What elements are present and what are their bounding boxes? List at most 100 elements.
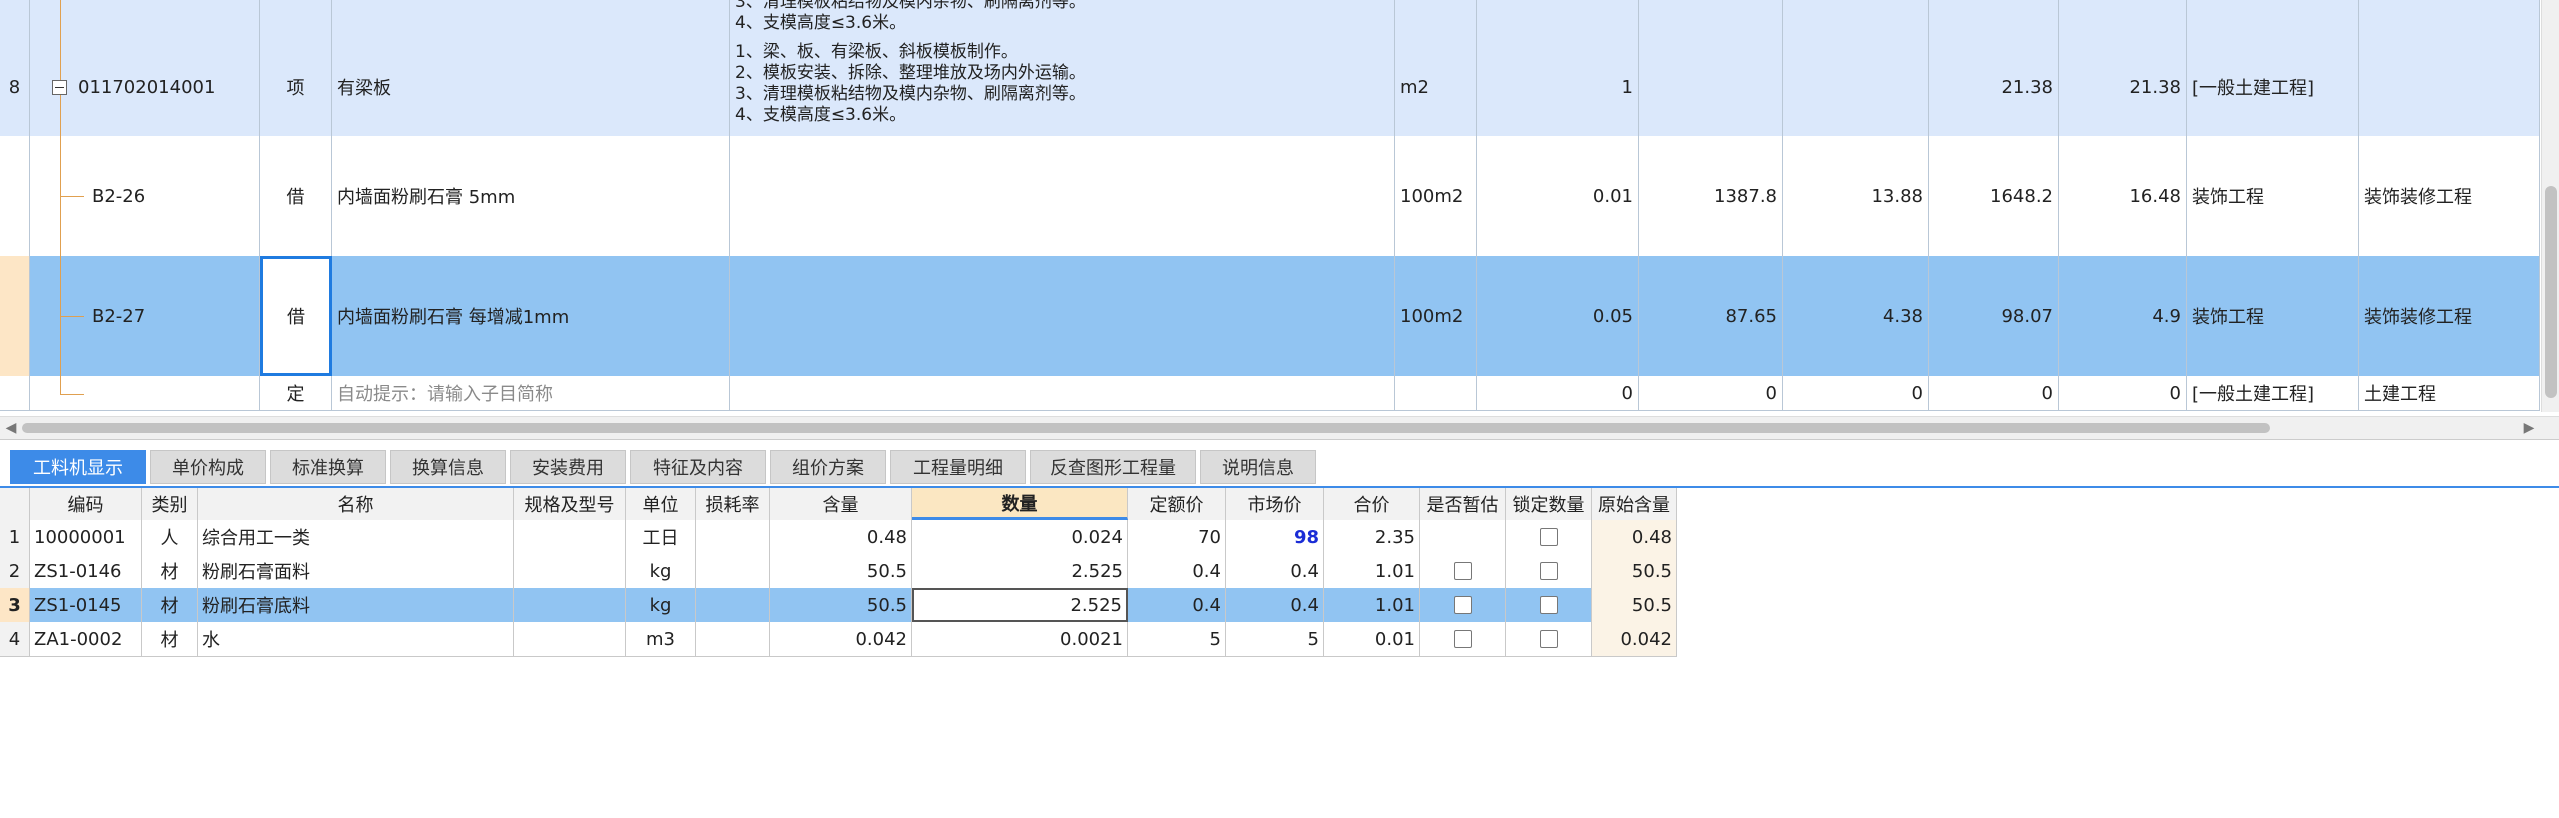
market-price[interactable]: 98 <box>1226 520 1324 554</box>
content[interactable]: 50.5 <box>770 588 912 622</box>
provisional-checkbox[interactable] <box>1453 562 1472 580</box>
table-row[interactable]: B2-26 借 内墙面粉刷石膏 5mm 100m2 0.01 1387.8 13… <box>0 136 2540 257</box>
item-type[interactable]: 项 <box>260 38 332 136</box>
resource-category[interactable]: 材 <box>142 622 198 656</box>
item-name[interactable]: 内墙面粉刷石膏 每增减1mm <box>332 256 730 376</box>
col-header-total[interactable]: 合价 <box>1324 488 1420 520</box>
resource-code[interactable]: ZS1-0146 <box>30 554 142 588</box>
item-type[interactable]: 定 <box>260 376 332 410</box>
table-row[interactable]: 4 ZA1-0002 材 水 m3 0.042 0.0021 5 5 0.01 … <box>0 622 1677 657</box>
col-header-spec[interactable]: 规格及型号 <box>514 488 626 520</box>
lock-quantity-checkbox[interactable] <box>1539 630 1558 648</box>
tab-pricing-scheme[interactable]: 组价方案 <box>770 450 886 484</box>
collapse-icon[interactable] <box>52 80 67 95</box>
quantity-editing[interactable]: 2.525 <box>912 588 1128 622</box>
item-type[interactable]: 借 <box>260 136 332 256</box>
table-row[interactable]: 8 011702014001 项 有梁板 1、梁、板、有梁板、斜板模板制作。 2… <box>0 38 2540 137</box>
lock-quantity-checkbox[interactable] <box>1539 562 1558 580</box>
major-type[interactable]: [一般土建工程] <box>2187 376 2359 410</box>
scroll-left-arrow-icon[interactable]: ◀ <box>2 419 20 437</box>
col-header-loss-rate[interactable]: 损耗率 <box>696 488 770 520</box>
quantity[interactable]: 1 <box>1477 38 1639 136</box>
col-header-fixed-price[interactable]: 定额价 <box>1128 488 1226 520</box>
feature-description[interactable]: 1、梁、板、有梁板、斜板模板制作。 2、模板安装、拆除、整理堆放及场内外运输。 … <box>730 38 1395 136</box>
resource-spec[interactable] <box>514 554 626 588</box>
content[interactable]: 50.5 <box>770 554 912 588</box>
lock-quantity-checkbox[interactable] <box>1539 596 1558 614</box>
item-type-editing[interactable]: 借 <box>260 256 332 376</box>
major-type-2[interactable]: 装饰装修工程 <box>2359 256 2540 376</box>
lock-quantity-checkbox[interactable] <box>1539 528 1558 546</box>
market-price[interactable]: 0.4 <box>1226 588 1324 622</box>
resource-unit[interactable]: kg <box>626 588 696 622</box>
content[interactable]: 0.042 <box>770 622 912 656</box>
content[interactable]: 0.48 <box>770 520 912 554</box>
quantity[interactable]: 0.05 <box>1477 256 1639 376</box>
col-header-quantity[interactable]: 数量 <box>912 488 1128 520</box>
resource-name[interactable]: 综合用工一类 <box>198 520 514 554</box>
col-header-category[interactable]: 类别 <box>142 488 198 520</box>
quantity[interactable]: 0.024 <box>912 520 1128 554</box>
loss-rate[interactable] <box>696 554 770 588</box>
resource-category[interactable]: 人 <box>142 520 198 554</box>
horizontal-scrollbar[interactable]: ◀ ▶ <box>0 416 2559 440</box>
major-type[interactable]: [一般土建工程] <box>2187 38 2359 136</box>
quantity[interactable]: 2.525 <box>912 554 1128 588</box>
col-header-provisional[interactable]: 是否暂估 <box>1420 488 1506 520</box>
col-header-unit[interactable]: 单位 <box>626 488 696 520</box>
col-header-name[interactable]: 名称 <box>198 488 514 520</box>
major-type[interactable]: 装饰工程 <box>2187 256 2359 376</box>
table-row[interactable]: 2 ZS1-0146 材 粉刷石膏面料 kg 50.5 2.525 0.4 0.… <box>0 554 1677 589</box>
quantity[interactable]: 0 <box>1477 376 1639 410</box>
feature-description[interactable] <box>730 136 1395 256</box>
quantity[interactable]: 0.0021 <box>912 622 1128 656</box>
resource-code[interactable]: ZA1-0002 <box>30 622 142 656</box>
col-header-code[interactable]: 编码 <box>30 488 142 520</box>
col-header-market-price[interactable]: 市场价 <box>1226 488 1324 520</box>
unit[interactable]: m2 <box>1395 38 1477 136</box>
resource-code[interactable]: ZS1-0145 <box>30 588 142 622</box>
vertical-scrollbar-thumb[interactable] <box>2545 186 2557 398</box>
provisional-checkbox[interactable] <box>1453 630 1472 648</box>
major-type[interactable]: 装饰工程 <box>2187 136 2359 256</box>
col-header-content[interactable]: 含量 <box>770 488 912 520</box>
table-row-new[interactable]: 定 自动提示：请输入子目简称 0 0 0 0 0 [一般土建工程] 土建工程 <box>0 376 2540 411</box>
resource-spec[interactable] <box>514 520 626 554</box>
tab-unit-price-composition[interactable]: 单价构成 <box>150 450 266 484</box>
tab-description-info[interactable]: 说明信息 <box>1200 450 1316 484</box>
tab-graphic-quantity-lookup[interactable]: 反查图形工程量 <box>1030 450 1196 484</box>
resource-name[interactable]: 粉刷石膏底料 <box>198 588 514 622</box>
item-name[interactable]: 有梁板 <box>332 38 730 136</box>
loss-rate[interactable] <box>696 520 770 554</box>
resource-unit[interactable]: m3 <box>626 622 696 656</box>
tab-conversion-info[interactable]: 换算信息 <box>390 450 506 484</box>
col-header-lock-quantity[interactable]: 锁定数量 <box>1506 488 1592 520</box>
resource-name[interactable]: 水 <box>198 622 514 656</box>
resource-spec[interactable] <box>514 588 626 622</box>
horizontal-scrollbar-thumb[interactable] <box>22 423 2270 433</box>
scroll-right-arrow-icon[interactable]: ▶ <box>2520 419 2538 437</box>
unit[interactable]: 100m2 <box>1395 256 1477 376</box>
market-price[interactable]: 0.4 <box>1226 554 1324 588</box>
loss-rate[interactable] <box>696 622 770 656</box>
unit[interactable]: 100m2 <box>1395 136 1477 256</box>
item-code[interactable] <box>30 376 260 410</box>
table-row-selected[interactable]: 3 ZS1-0145 材 粉刷石膏底料 kg 50.5 2.525 0.4 0.… <box>0 588 1677 623</box>
resource-unit[interactable]: 工日 <box>626 520 696 554</box>
tab-quantity-details[interactable]: 工程量明细 <box>890 450 1026 484</box>
feature-description[interactable] <box>730 376 1395 410</box>
resource-category[interactable]: 材 <box>142 588 198 622</box>
major-type-2[interactable]: 土建工程 <box>2359 376 2540 410</box>
tab-features-content[interactable]: 特征及内容 <box>630 450 766 484</box>
tab-standard-conversion[interactable]: 标准换算 <box>270 450 386 484</box>
table-row[interactable]: 1 10000001 人 综合用工一类 工日 0.48 0.024 70 98 … <box>0 520 1677 555</box>
table-row-selected[interactable]: B2-27 借 内墙面粉刷石膏 每增减1mm 100m2 0.05 87.65 … <box>0 256 2540 377</box>
item-name-placeholder[interactable]: 自动提示：请输入子目简称 <box>332 376 730 410</box>
unit[interactable] <box>1395 376 1477 410</box>
resource-spec[interactable] <box>514 622 626 656</box>
vertical-scrollbar[interactable] <box>2541 0 2559 412</box>
quantity[interactable]: 0.01 <box>1477 136 1639 256</box>
feature-description[interactable] <box>730 256 1395 376</box>
col-header-original-content[interactable]: 原始含量 <box>1592 488 1677 520</box>
resource-name[interactable]: 粉刷石膏面料 <box>198 554 514 588</box>
